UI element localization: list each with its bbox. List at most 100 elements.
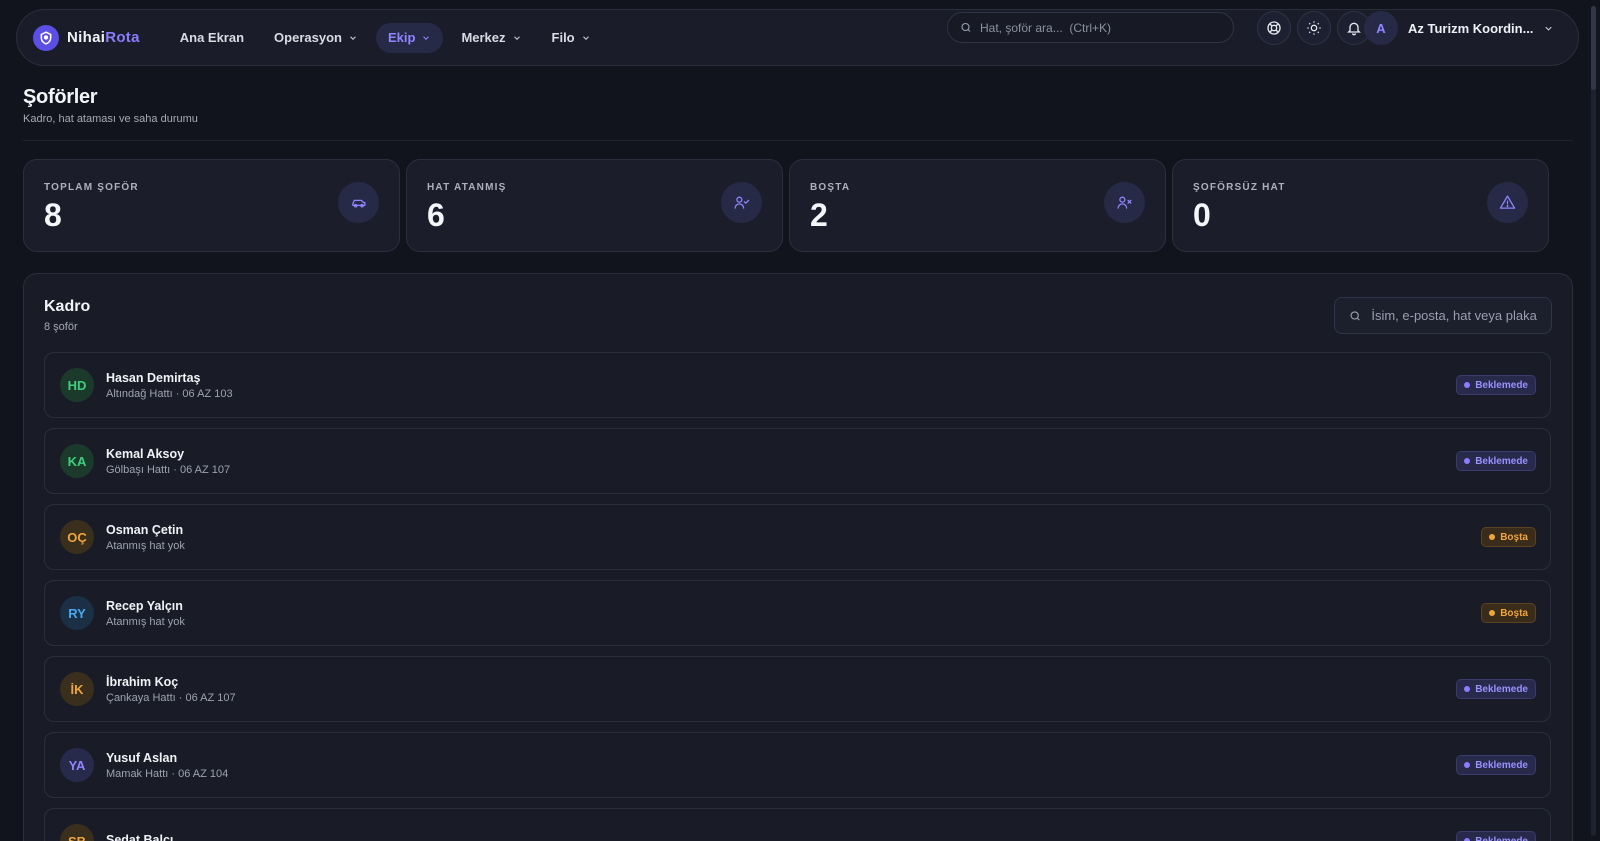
driver-name: Sedat Balcı bbox=[106, 832, 174, 841]
driver-roster-panel: Kadro 8 şoför HD Hasan Demirtaş Altındağ H… bbox=[23, 273, 1573, 841]
support-button[interactable] bbox=[1257, 11, 1291, 45]
stat-card-alert-triangle: ŞOFÖRSÜZ HAT 0 bbox=[1172, 159, 1549, 252]
theme-toggle-button[interactable] bbox=[1297, 11, 1331, 45]
roster-title: Kadro bbox=[44, 298, 91, 315]
status-label: Boşta bbox=[1500, 531, 1528, 543]
driver-row[interactable]: OÇ Osman Çetin Atanmış hat yok Boşta bbox=[44, 504, 1551, 570]
nav-item-ana-ekran[interactable]: Ana Ekran bbox=[168, 23, 256, 53]
stat-label: ŞOFÖRSÜZ HAT bbox=[1193, 182, 1286, 193]
driver-assignment: Çankaya Hattı · 06 AZ 107 bbox=[106, 691, 236, 704]
status-dot bbox=[1489, 610, 1496, 616]
bell-icon bbox=[1347, 22, 1361, 36]
driver-assignment: Mamak Hattı · 06 AZ 104 bbox=[106, 767, 229, 780]
stat-value: 8 bbox=[44, 197, 62, 233]
status-label: Boşta bbox=[1500, 607, 1528, 619]
nav-item-operasyon[interactable]: Operasyon bbox=[262, 23, 370, 53]
driver-name: İbrahim Koç bbox=[106, 674, 179, 689]
status-label: Beklemede bbox=[1475, 683, 1528, 695]
nav-item-filo[interactable]: Filo bbox=[540, 23, 603, 53]
roster-search[interactable] bbox=[1334, 297, 1552, 334]
driver-row[interactable]: RY Recep Yalçın Atanmış hat yok Boşta bbox=[44, 580, 1551, 646]
driver-avatar: RY bbox=[60, 596, 94, 630]
status-dot bbox=[1464, 762, 1471, 768]
car-icon bbox=[338, 182, 379, 223]
driver-avatar: HD bbox=[60, 368, 94, 402]
nav-item-label: Merkez bbox=[461, 30, 506, 45]
stat-value: 2 bbox=[810, 197, 828, 233]
driver-name: Recep Yalçın bbox=[106, 598, 183, 613]
status-dot bbox=[1489, 534, 1496, 540]
stat-label: HAT ATANMIŞ bbox=[427, 182, 507, 193]
stat-card-car: TOPLAM ŞOFÖR 8 bbox=[23, 159, 400, 252]
chevron-down-icon bbox=[423, 35, 430, 40]
driver-assignment: Altındağ Hattı · 06 AZ 103 bbox=[106, 387, 233, 400]
driver-avatar: İK bbox=[60, 672, 94, 706]
page-title: Şoförler bbox=[23, 86, 98, 108]
support-icon bbox=[1267, 21, 1281, 35]
status-label: Beklemede bbox=[1475, 835, 1528, 841]
driver-row[interactable]: SB Sedat Balcı Beklemede bbox=[44, 808, 1551, 841]
roster-search-input[interactable] bbox=[1371, 308, 1537, 323]
user-name: Az Turizm Koordin... bbox=[1408, 20, 1534, 36]
stat-value: 0 bbox=[1193, 197, 1211, 233]
nav-item-ekip[interactable]: Ekip bbox=[375, 22, 444, 53]
alert-triangle-icon bbox=[1487, 182, 1528, 223]
driver-row[interactable]: KA Kemal Aksoy Gölbaşı Hattı · 06 AZ 107 Be… bbox=[44, 428, 1551, 494]
stat-card-user-check: HAT ATANMIŞ 6 bbox=[406, 159, 783, 252]
logo-text: NihaiRota bbox=[67, 29, 140, 46]
driver-assignment: Atanmış hat yok bbox=[106, 539, 185, 552]
status-badge: Boşta bbox=[1481, 603, 1536, 623]
page-subtitle: Kadro, hat ataması ve saha durumu bbox=[23, 113, 198, 125]
driver-row[interactable]: YA Yusuf Aslan Mamak Hattı · 06 AZ 104 Bekl… bbox=[44, 732, 1551, 798]
page-scrollbar-thumb[interactable] bbox=[1591, 6, 1596, 90]
status-badge: Beklemede bbox=[1456, 831, 1536, 841]
main-nav: Ana Ekran Operasyon Ekip Merkez Filo bbox=[168, 22, 603, 53]
stat-card-user-x: BOŞTA 2 bbox=[789, 159, 1166, 252]
status-badge: Beklemede bbox=[1456, 375, 1536, 395]
driver-name: Kemal Aksoy bbox=[106, 446, 185, 461]
status-badge: Beklemede bbox=[1456, 451, 1536, 471]
driver-row[interactable]: İK İbrahim Koç Çankaya Hattı · 06 AZ 107 Be… bbox=[44, 656, 1551, 722]
header-divider bbox=[23, 140, 1573, 141]
driver-assignment: Gölbaşı Hattı · 06 AZ 107 bbox=[106, 463, 231, 476]
logo-icon bbox=[33, 24, 59, 51]
status-badge: Beklemede bbox=[1456, 755, 1536, 775]
stat-value: 6 bbox=[427, 197, 445, 233]
stat-label: BOŞTA bbox=[810, 182, 851, 193]
driver-name: Yusuf Aslan bbox=[106, 750, 178, 765]
status-badge: Boşta bbox=[1481, 527, 1536, 547]
chevron-down-icon bbox=[1545, 26, 1553, 31]
status-dot bbox=[1464, 382, 1471, 388]
user-x-icon bbox=[1104, 182, 1145, 223]
search-icon bbox=[1350, 310, 1360, 321]
logo[interactable]: NihaiRota bbox=[33, 24, 140, 51]
search-icon bbox=[961, 22, 971, 32]
page-scrollbar[interactable] bbox=[1591, 6, 1596, 836]
status-dot bbox=[1464, 686, 1471, 692]
sun-icon bbox=[1307, 21, 1321, 35]
chevron-down-icon bbox=[513, 35, 520, 40]
nav-item-label: Ekip bbox=[387, 30, 416, 45]
driver-avatar: SB bbox=[60, 824, 94, 841]
nav-item-label: Filo bbox=[551, 30, 575, 45]
nav-item-merkez[interactable]: Merkez bbox=[449, 23, 533, 53]
driver-row[interactable]: HD Hasan Demirtaş Altındağ Hattı · 06 AZ 1… bbox=[44, 352, 1551, 418]
status-badge: Beklemede bbox=[1456, 679, 1536, 699]
status-label: Beklemede bbox=[1475, 455, 1528, 467]
status-label: Beklemede bbox=[1475, 759, 1528, 771]
status-label: Beklemede bbox=[1475, 379, 1528, 391]
driver-avatar: KA bbox=[60, 444, 94, 478]
global-search-input[interactable] bbox=[980, 20, 1221, 35]
global-search[interactable] bbox=[947, 12, 1234, 43]
user-menu[interactable]: A Az Turizm Koordin... bbox=[1364, 11, 1554, 45]
driver-name: Osman Çetin bbox=[106, 522, 184, 537]
user-check-icon bbox=[721, 182, 762, 223]
driver-assignment: Atanmış hat yok bbox=[106, 615, 185, 628]
driver-name: Hasan Demirtaş bbox=[106, 370, 201, 385]
stat-label: TOPLAM ŞOFÖR bbox=[44, 182, 139, 193]
nav-item-label: Ana Ekran bbox=[179, 30, 245, 45]
chevron-down-icon bbox=[582, 35, 589, 40]
driver-avatar: OÇ bbox=[60, 520, 94, 554]
roster-count: 8 şoför bbox=[44, 321, 78, 333]
status-dot bbox=[1464, 458, 1471, 464]
